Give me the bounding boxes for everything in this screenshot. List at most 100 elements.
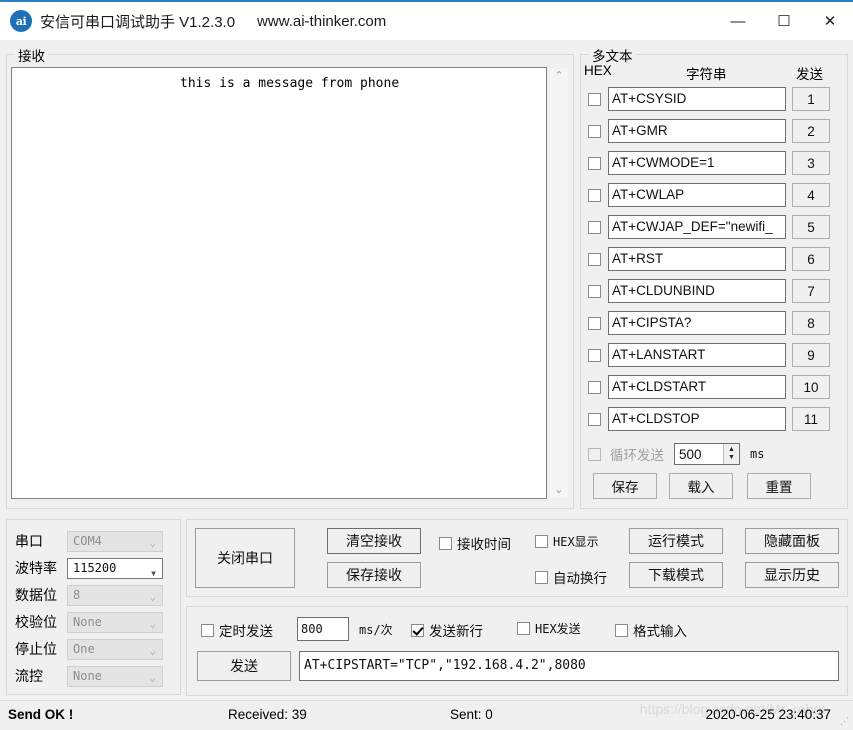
multitext-hex-checkbox[interactable]: [588, 188, 601, 202]
serial-setting-value: COM4: [73, 533, 102, 548]
show-history-button[interactable]: 显示历史: [745, 562, 839, 588]
column-header-send: 发送: [796, 67, 823, 82]
multitext-command-input[interactable]: AT+CWJAP_DEF="newifi_: [608, 215, 786, 239]
reset-button[interactable]: 重置: [747, 473, 811, 499]
receive-scrollbar[interactable]: ⌃ ⌄: [549, 67, 569, 499]
close-port-button[interactable]: 关闭串口: [195, 528, 295, 588]
timer-interval-input[interactable]: 800: [297, 617, 349, 641]
multitext-hex-checkbox[interactable]: [588, 316, 601, 330]
multitext-header: HEX 字符串 发送: [581, 63, 847, 83]
run-mode-button[interactable]: 运行模式: [629, 528, 723, 554]
timer-unit-wrap: ms/次: [359, 621, 393, 638]
scroll-up-icon[interactable]: ⌃: [554, 68, 563, 84]
multitext-row: AT+CLDUNBIND 7: [581, 277, 849, 305]
multitext-send-button[interactable]: 7: [792, 279, 830, 303]
multitext-hex-checkbox[interactable]: [588, 156, 601, 170]
multitext-legend: 多文本: [589, 45, 636, 65]
multitext-send-button[interactable]: 5: [792, 215, 830, 239]
clear-receive-button[interactable]: 清空接收: [327, 528, 421, 554]
multitext-row: AT+CLDSTOP 11: [581, 405, 849, 433]
serial-setting-value: 8: [73, 587, 81, 602]
hex-send-checkbox[interactable]: [517, 622, 530, 635]
window-title: 安信可串口调试助手 V1.2.3.0: [40, 13, 236, 31]
multitext-hex-checkbox[interactable]: [588, 412, 601, 426]
multitext-send-button[interactable]: 3: [792, 151, 830, 175]
maximize-icon[interactable]: ☐: [761, 2, 807, 40]
format-input-checkbox-wrap[interactable]: 格式输入: [615, 620, 687, 640]
multitext-send-button[interactable]: 4: [792, 183, 830, 207]
auto-wrap-label: 自动换行: [553, 571, 607, 586]
multitext-hex-checkbox[interactable]: [588, 380, 601, 394]
multitext-command-input[interactable]: AT+CWMODE=1: [608, 151, 786, 175]
scroll-down-icon[interactable]: ⌄: [554, 482, 563, 498]
multitext-hex-checkbox[interactable]: [588, 348, 601, 362]
title-bar: ai 安信可串口调试助手 V1.2.3.0 www.ai-thinker.com…: [0, 2, 853, 40]
receive-time-checkbox[interactable]: [439, 536, 452, 550]
multitext-hex-checkbox[interactable]: [588, 252, 601, 266]
serial-setting-label: 校验位: [15, 614, 57, 630]
multitext-send-button[interactable]: 11: [792, 407, 830, 431]
send-command-input[interactable]: AT+CIPSTART="TCP","192.168.4.2",8080: [299, 651, 839, 681]
multitext-command-input[interactable]: AT+LANSTART: [608, 343, 786, 367]
loop-send-checkbox[interactable]: [588, 447, 601, 461]
hex-display-checkbox-wrap[interactable]: HEX显示: [535, 533, 599, 550]
receive-textarea[interactable]: this is a message from phone: [11, 67, 547, 499]
timed-send-checkbox-wrap[interactable]: 定时发送: [201, 620, 273, 640]
send-button[interactable]: 发送: [197, 651, 291, 681]
send-newline-checkbox-wrap[interactable]: 发送新行: [411, 620, 483, 640]
serial-setting-dropdown: One ⌄: [67, 638, 163, 660]
close-icon[interactable]: ✕: [807, 2, 853, 40]
serial-settings-panel: 串口 COM4 ⌄ 波特率 115200 ▼ 数据位 8 ⌄ 校验位 None ⌄ 停止位 One ⌄ 流控 N…: [6, 519, 181, 695]
multitext-panel: 多文本 HEX 字符串 发送 AT+CSYSID 1 AT+GMR 2 AT+CWMOD…: [580, 45, 849, 509]
status-sent-count: Sent: 0: [450, 707, 493, 722]
loop-interval-stepper[interactable]: 500 ▲ ▼: [674, 443, 740, 465]
stepper-arrows-icon[interactable]: ▲ ▼: [723, 444, 739, 464]
timed-send-label: 定时发送: [219, 624, 273, 639]
multitext-hex-checkbox[interactable]: [588, 92, 601, 106]
serial-setting-dropdown[interactable]: 115200 ▼: [67, 557, 163, 579]
hide-panel-button[interactable]: 隐藏面板: [745, 528, 839, 554]
multitext-hex-checkbox[interactable]: [588, 124, 601, 138]
loop-send-label: 循环发送: [610, 448, 664, 463]
receive-time-label: 接收时间: [457, 537, 511, 552]
hex-send-checkbox-wrap[interactable]: HEX发送: [517, 620, 581, 637]
chevron-down-icon: ⌄: [149, 643, 156, 657]
resize-grip-icon[interactable]: ⋰: [840, 717, 850, 727]
multitext-command-input[interactable]: AT+CLDSTART: [608, 375, 786, 399]
multitext-send-button[interactable]: 9: [792, 343, 830, 367]
minimize-icon[interactable]: —: [715, 2, 761, 40]
multitext-command-input[interactable]: AT+CWLAP: [608, 183, 786, 207]
multitext-command-input[interactable]: AT+CSYSID: [608, 87, 786, 111]
status-bar: https://blog.csdn.net/Mr_robot Send OK !…: [0, 700, 853, 730]
multitext-command-input[interactable]: AT+CIPSTA?: [608, 311, 786, 335]
send-newline-checkbox[interactable]: [411, 623, 424, 637]
receive-panel: 接收 this is a message from phone ⌃ ⌄: [6, 45, 574, 509]
vendor-url: www.ai-thinker.com: [257, 12, 387, 30]
auto-wrap-checkbox[interactable]: [535, 570, 548, 584]
multitext-row: AT+CSYSID 1: [581, 85, 849, 113]
hex-display-checkbox[interactable]: [535, 535, 548, 548]
multitext-send-button[interactable]: 1: [792, 87, 830, 111]
multitext-hex-checkbox[interactable]: [588, 284, 601, 298]
multitext-command-input[interactable]: AT+GMR: [608, 119, 786, 143]
save-receive-button[interactable]: 保存接收: [327, 562, 421, 588]
serial-setting-dropdown: 8 ⌄: [67, 584, 163, 606]
load-button[interactable]: 载入: [669, 473, 733, 499]
multitext-send-button[interactable]: 6: [792, 247, 830, 271]
serial-setting-row: 波特率 115200 ▼: [7, 555, 182, 581]
format-input-checkbox[interactable]: [615, 623, 628, 637]
multitext-send-button[interactable]: 10: [792, 375, 830, 399]
multitext-send-button[interactable]: 2: [792, 119, 830, 143]
receive-time-checkbox-wrap[interactable]: 接收时间: [439, 533, 511, 553]
multitext-command-input[interactable]: AT+RST: [608, 247, 786, 271]
control-panel: 关闭串口 清空接收 保存接收 接收时间 HEX显示 自动换行 运行模式 下载模式…: [186, 519, 848, 597]
save-button[interactable]: 保存: [593, 473, 657, 499]
multitext-send-button[interactable]: 8: [792, 311, 830, 335]
timed-send-checkbox[interactable]: [201, 623, 214, 637]
multitext-command-input[interactable]: AT+CLDSTOP: [608, 407, 786, 431]
multitext-command-input[interactable]: AT+CLDUNBIND: [608, 279, 786, 303]
timer-unit-label: ms/次: [359, 623, 393, 637]
multitext-hex-checkbox[interactable]: [588, 220, 601, 234]
download-mode-button[interactable]: 下载模式: [629, 562, 723, 588]
auto-wrap-checkbox-wrap[interactable]: 自动换行: [535, 567, 607, 587]
